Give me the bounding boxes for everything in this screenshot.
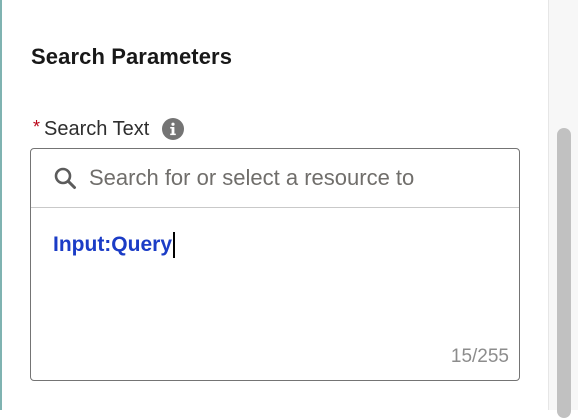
info-icon[interactable] bbox=[162, 118, 185, 140]
search-text-field: Input:Query 15/255 bbox=[30, 148, 520, 381]
editor-value: Input:Query bbox=[53, 233, 172, 256]
character-counter: 15/255 bbox=[450, 346, 509, 367]
resource-search-row bbox=[31, 149, 519, 208]
search-text-editor[interactable]: Input:Query 15/255 bbox=[31, 208, 519, 380]
properties-panel: Search Parameters * Search Text Search f… bbox=[2, 0, 548, 410]
search-text-label: Search Text bbox=[44, 117, 150, 140]
scrollbar-thumb[interactable] bbox=[557, 128, 571, 418]
search-icon bbox=[53, 166, 77, 190]
search-text-label-row: * Search Text bbox=[33, 115, 185, 143]
required-indicator: * bbox=[33, 116, 41, 137]
section-title: Search Parameters bbox=[31, 44, 233, 69]
scrollbar-track[interactable] bbox=[548, 0, 578, 418]
editor-value-row: Input:Query bbox=[53, 232, 175, 258]
text-caret bbox=[173, 232, 175, 258]
resource-search-input[interactable] bbox=[89, 165, 509, 191]
